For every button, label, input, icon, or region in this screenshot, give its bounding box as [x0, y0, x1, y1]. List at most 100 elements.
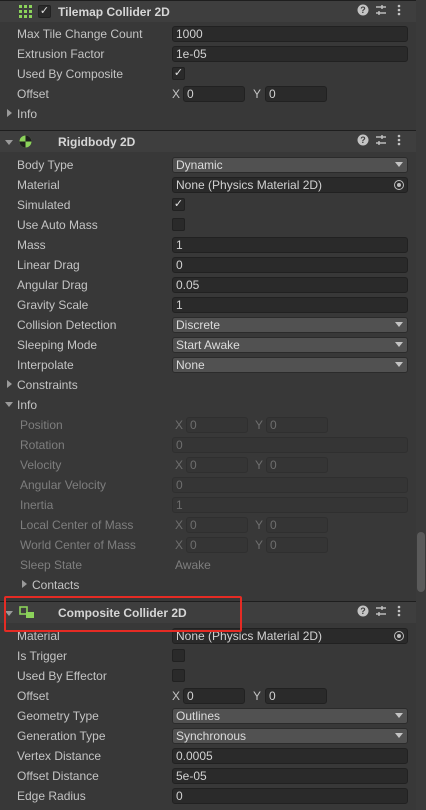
- tilemap-offset-x-field[interactable]: 0: [183, 86, 245, 102]
- composite-offset-row: Offset X 0 Y 0: [0, 686, 416, 706]
- composite-offset-x-field[interactable]: 0: [183, 688, 245, 704]
- tilemap-collider-header[interactable]: ✓ Tilemap Collider 2D ?: [0, 0, 416, 22]
- is-trigger-label: Is Trigger: [17, 649, 68, 663]
- sleeping-mode-dropdown[interactable]: Start Awake: [172, 337, 408, 353]
- material-object-field[interactable]: None (Physics Material 2D): [172, 177, 408, 193]
- angular-drag-field[interactable]: 0.05: [172, 277, 408, 293]
- y-axis-label: Y: [253, 689, 262, 703]
- info-inertia-row: Inertia 1: [0, 495, 416, 515]
- help-icon[interactable]: ?: [356, 4, 370, 18]
- inspector-panel: ✓ Tilemap Collider 2D ? Max Tile Change …: [0, 0, 416, 810]
- rigidbody-info-foldout[interactable]: Info: [0, 395, 416, 415]
- offset-y-axis-label: Y: [253, 87, 262, 101]
- chevron-right-icon[interactable]: [4, 107, 16, 119]
- more-icon[interactable]: [392, 134, 406, 148]
- collision-detection-label: Collision Detection: [17, 318, 117, 332]
- help-icon[interactable]: ?: [356, 605, 370, 619]
- used-by-composite-checkbox[interactable]: ✓: [172, 67, 185, 80]
- x-axis-label: X: [172, 689, 181, 703]
- scrollbar-thumb[interactable]: [417, 532, 425, 592]
- linear-drag-field[interactable]: 0: [172, 257, 408, 273]
- sleeping-mode-row: Sleeping Mode Start Awake: [0, 335, 416, 355]
- used-by-effector-checkbox[interactable]: [172, 669, 185, 682]
- linear-drag-label: Linear Drag: [17, 258, 80, 272]
- help-icon[interactable]: ?: [356, 134, 370, 148]
- tilemap-info-foldout[interactable]: Info: [0, 104, 416, 124]
- material-label: Material: [17, 178, 60, 192]
- contacts-foldout[interactable]: Contacts: [0, 575, 416, 595]
- gravity-scale-label: Gravity Scale: [17, 298, 89, 312]
- tilemap-offset-row: Offset X 0 Y 0: [0, 84, 416, 104]
- chevron-down-icon[interactable]: [4, 136, 16, 148]
- generation-type-dropdown[interactable]: Synchronous: [172, 728, 408, 744]
- simulated-checkbox[interactable]: ✓: [172, 198, 185, 211]
- gravity-scale-field[interactable]: 1: [172, 297, 408, 313]
- use-auto-mass-checkbox[interactable]: [172, 218, 185, 231]
- offset-x-axis-label: X: [172, 87, 181, 101]
- geometry-type-value: Outlines: [176, 709, 221, 723]
- dropdown-arrow-icon: [395, 322, 403, 327]
- body-type-dropdown[interactable]: Dynamic: [172, 157, 408, 173]
- more-icon[interactable]: [392, 605, 406, 619]
- tilemap-info-label: Info: [17, 107, 38, 121]
- presets-icon[interactable]: [374, 134, 388, 148]
- offset-distance-field[interactable]: 5e-05: [172, 768, 408, 784]
- extrusion-factor-field[interactable]: 1e-05: [172, 46, 408, 62]
- more-icon[interactable]: [392, 4, 406, 18]
- is-trigger-checkbox[interactable]: [172, 649, 185, 662]
- geometry-type-label: Geometry Type: [17, 709, 99, 723]
- mass-field[interactable]: 1: [172, 237, 408, 253]
- extrusion-factor-label: Extrusion Factor: [17, 47, 105, 61]
- edge-radius-field[interactable]: 0: [172, 788, 408, 804]
- presets-icon[interactable]: [374, 605, 388, 619]
- presets-icon[interactable]: [374, 4, 388, 18]
- constraints-label: Constraints: [17, 378, 78, 392]
- collision-detection-row: Collision Detection Discrete: [0, 315, 416, 335]
- velocity-x-field: 0: [186, 457, 248, 473]
- max-tile-change-count-row: Max Tile Change Count 1000: [0, 24, 416, 44]
- tilemap-collider-icon: [19, 5, 32, 18]
- tilemap-offset-y-field[interactable]: 0: [265, 86, 327, 102]
- chevron-right-icon[interactable]: [4, 378, 16, 390]
- info-rotation-row: Rotation 0: [0, 435, 416, 455]
- object-picker-icon[interactable]: [394, 631, 404, 641]
- y-axis-label: Y: [255, 458, 264, 472]
- angular-velocity-field: 0: [172, 477, 408, 493]
- max-tile-change-count-field[interactable]: 1000: [172, 26, 408, 42]
- vertex-distance-field[interactable]: 0.0005: [172, 748, 408, 764]
- vertical-scrollbar[interactable]: [416, 0, 426, 810]
- world-center-label: World Center of Mass: [20, 538, 136, 552]
- linear-drag-row: Linear Drag 0: [0, 255, 416, 275]
- contacts-label: Contacts: [32, 578, 80, 592]
- position-label: Position: [20, 418, 63, 432]
- collision-detection-dropdown[interactable]: Discrete: [172, 317, 408, 333]
- generation-type-row: Generation Type Synchronous: [0, 726, 416, 746]
- chevron-down-icon[interactable]: [4, 398, 16, 410]
- info-angular-velocity-row: Angular Velocity 0: [0, 475, 416, 495]
- svg-text:?: ?: [360, 135, 366, 145]
- used-by-effector-row: Used By Effector: [0, 666, 416, 686]
- y-axis-label: Y: [255, 518, 264, 532]
- dropdown-arrow-icon: [395, 713, 403, 718]
- rotation-field: 0: [172, 437, 408, 453]
- vertex-distance-label: Vertex Distance: [17, 749, 102, 763]
- collision-detection-value: Discrete: [176, 318, 221, 332]
- local-center-x-field: 0: [186, 517, 248, 533]
- composite-offset-y-field[interactable]: 0: [265, 688, 327, 704]
- interpolate-dropdown[interactable]: None: [172, 357, 408, 373]
- rigidbody-info-label: Info: [17, 398, 38, 412]
- object-picker-icon[interactable]: [394, 180, 404, 190]
- angular-velocity-label: Angular Velocity: [20, 478, 107, 492]
- geometry-type-dropdown[interactable]: Outlines: [172, 708, 408, 724]
- tilemap-collider-title: Tilemap Collider 2D: [58, 5, 170, 19]
- chevron-right-icon[interactable]: [19, 578, 31, 590]
- tilemap-offset-label: Offset: [17, 87, 49, 101]
- info-local-center-row: Local Center of Mass X 0 Y 0: [0, 515, 416, 535]
- is-trigger-row: Is Trigger: [0, 646, 416, 666]
- dropdown-arrow-icon: [395, 362, 403, 367]
- mass-label: Mass: [17, 238, 46, 252]
- inertia-field: 1: [172, 497, 408, 513]
- rigidbody-header[interactable]: Rigidbody 2D ?: [0, 130, 416, 152]
- constraints-foldout[interactable]: Constraints: [0, 375, 416, 395]
- tilemap-collider-enabled-checkbox[interactable]: ✓: [38, 5, 51, 18]
